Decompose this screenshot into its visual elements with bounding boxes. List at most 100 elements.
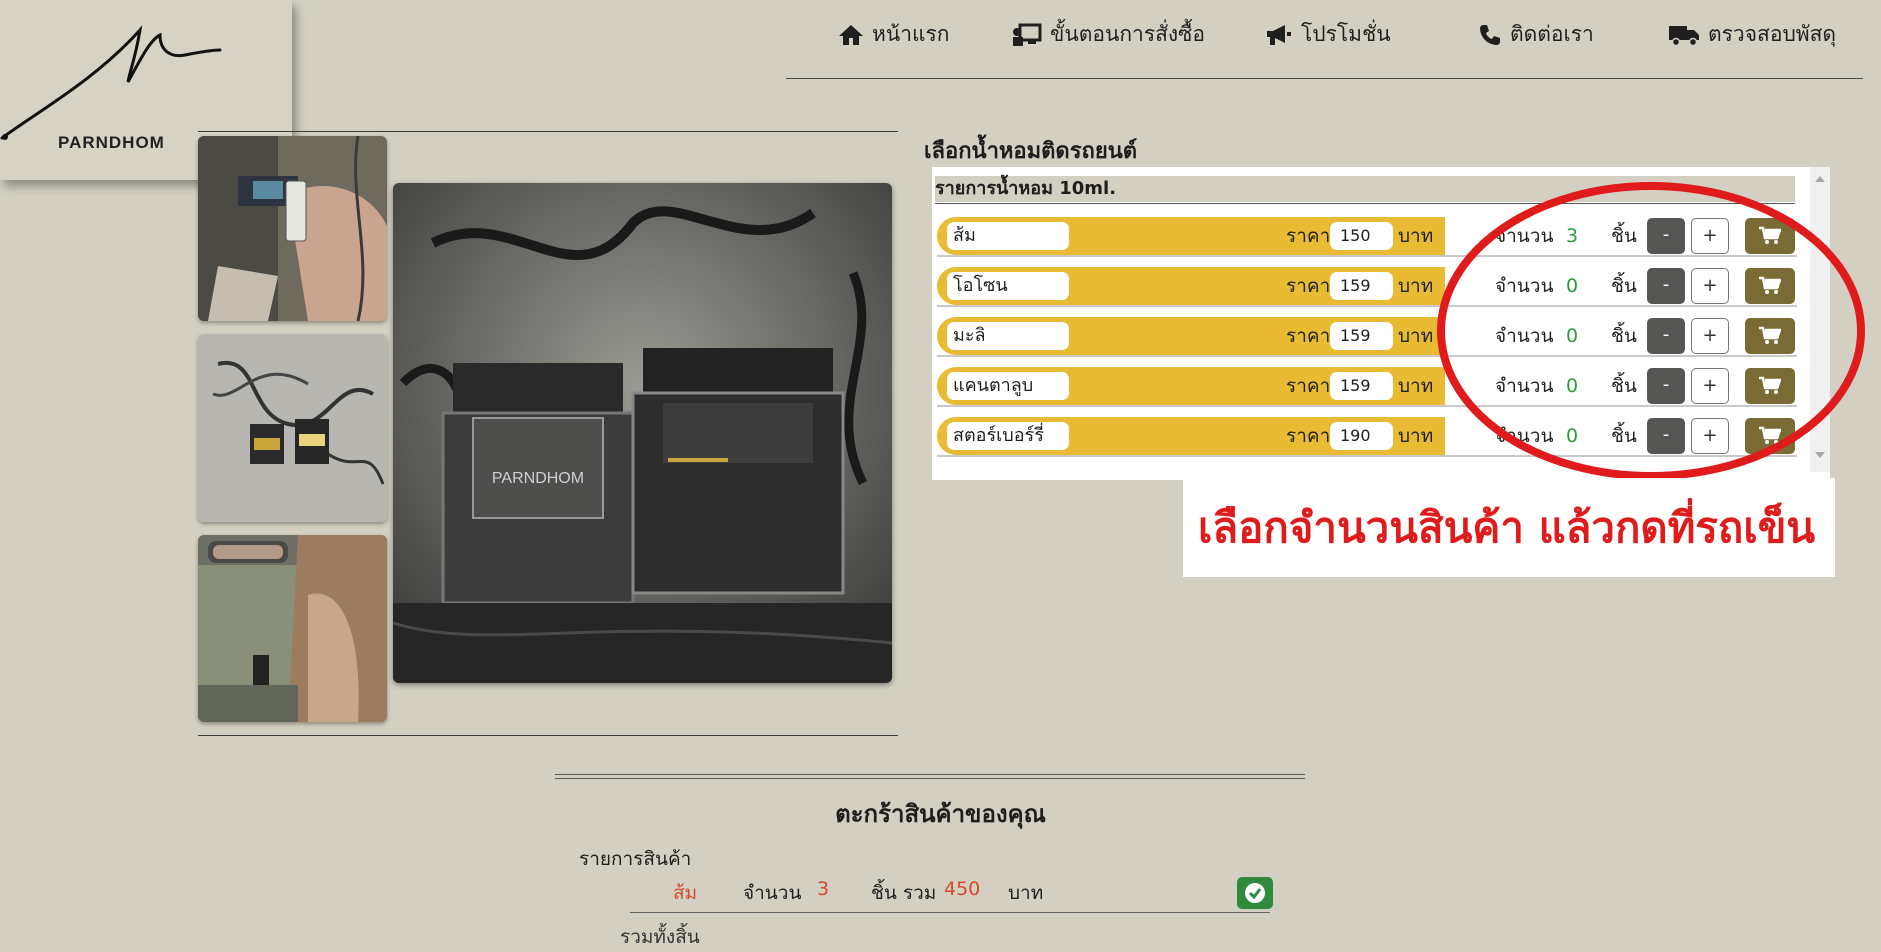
product-name: สตอร์เบอร์รี่ (947, 422, 1069, 450)
phone-icon (1480, 24, 1500, 45)
product-name: มะลิ (947, 322, 1069, 350)
qty-value: 0 (1566, 325, 1579, 347)
product-row: สตอร์เบอร์รี่ ราคา 190 บาท จำนวน 0 ชิ้น … (937, 417, 1797, 457)
add-to-cart-button[interactable] (1745, 218, 1795, 254)
qty-label: จำนวน (1495, 325, 1554, 347)
qty-label: จำนวน (1495, 375, 1554, 397)
add-to-cart-button[interactable] (1745, 268, 1795, 304)
price-value: 159 (1330, 272, 1393, 300)
nav-contact[interactable]: ติดต่อเรา (1478, 18, 1594, 51)
home-icon (839, 24, 863, 45)
currency-label: บาท (1398, 325, 1434, 347)
increase-qty-button[interactable]: + (1691, 268, 1729, 304)
price-label: ราคา (1286, 325, 1331, 347)
cart-currency-label: บาท (1008, 882, 1044, 904)
price-value: 159 (1330, 372, 1393, 400)
nav-order-steps[interactable]: ขั้นตอนการสั่งซื้อ (1012, 18, 1205, 51)
product-row: แคนตาลูบ ราคา 159 บาท จำนวน 0 ชิ้น - + (937, 367, 1797, 407)
add-to-cart-button[interactable] (1745, 418, 1795, 454)
nav-promotion[interactable]: โปรโมชั่น (1265, 18, 1391, 51)
svg-text:PARNDHOM: PARNDHOM (492, 470, 584, 487)
cart-row-divider (630, 912, 1270, 913)
price-value: 150 (1330, 222, 1393, 250)
decrease-qty-button[interactable]: - (1647, 418, 1685, 454)
nav-contact-label: ติดต่อเรา (1510, 22, 1594, 46)
list-header-divider (935, 203, 1795, 204)
unit-label: ชิ้น (1611, 325, 1637, 347)
scroll-up-arrow-icon[interactable] (1815, 176, 1825, 182)
product-section-title: เลือกน้ำหอมติดรถยนต์ (924, 139, 1138, 164)
price-value: 159 (1330, 322, 1393, 350)
increase-qty-button[interactable]: + (1691, 418, 1729, 454)
cart-icon (1759, 376, 1781, 394)
cart-title: ตะกร้าสินค้าของคุณ (835, 800, 1046, 828)
gallery-top-divider (198, 131, 898, 132)
thumbnail-hand-car[interactable] (198, 136, 387, 321)
cart-subtitle: รายการสินค้า (579, 848, 692, 870)
increase-qty-button[interactable]: + (1691, 368, 1729, 404)
decrease-qty-button[interactable]: - (1647, 268, 1685, 304)
presentation-icon (1013, 23, 1042, 46)
product-row: ส้ม ราคา 150 บาท จำนวน 3 ชิ้น - + (937, 217, 1797, 257)
increase-qty-button[interactable]: + (1691, 318, 1729, 354)
main-product-image: PARNDHOM (393, 183, 892, 683)
price-value: 190 (1330, 422, 1393, 450)
cart-qty-label: จำนวน (743, 882, 802, 904)
qty-label: จำนวน (1495, 425, 1554, 447)
logo-text: PARNDHOM (58, 133, 165, 152)
thumbnail-image (198, 535, 387, 722)
cart-total-value: 450 (944, 878, 981, 900)
row-divider (937, 255, 1797, 257)
price-label: ราคา (1286, 275, 1331, 297)
row-divider (937, 405, 1797, 407)
list-header-prefix: รายการน้ำหอม (935, 178, 1053, 199)
list-scrollbar[interactable] (1810, 167, 1830, 472)
confirm-item-button[interactable] (1237, 877, 1273, 909)
annotation-text: เลือกจำนวนสินค้า แล้วกดที่รถเข็น (1198, 503, 1816, 552)
thumbnail-bottles-floor[interactable] (198, 334, 387, 522)
cart-icon (1759, 226, 1781, 244)
cart-item-name: ส้ม (673, 882, 698, 904)
price-label: ราคา (1286, 425, 1331, 447)
unit-label: ชิ้น (1611, 425, 1637, 447)
qty-value: 0 (1566, 275, 1579, 297)
row-divider (937, 305, 1797, 307)
nav-track-parcel-label: ตรวจสอบพัสดุ (1708, 22, 1837, 46)
price-label: ราคา (1286, 225, 1331, 247)
product-name: แคนตาลูบ (947, 372, 1069, 400)
cart-icon (1759, 276, 1781, 294)
currency-label: บาท (1398, 225, 1434, 247)
product-row: โอโซน ราคา 159 บาท จำนวน 0 ชิ้น - + (937, 267, 1797, 307)
qty-label: จำนวน (1495, 275, 1554, 297)
unit-label: ชิ้น (1611, 275, 1637, 297)
nav-home[interactable]: หน้าแรก (838, 18, 950, 51)
increase-qty-button[interactable]: + (1691, 218, 1729, 254)
megaphone-icon (1267, 24, 1291, 45)
main-product-photo: PARNDHOM (393, 183, 892, 683)
qty-value: 3 (1566, 225, 1579, 247)
truck-icon (1669, 25, 1699, 46)
thumbnail-woman-car[interactable] (198, 535, 387, 722)
qty-label: จำนวน (1495, 225, 1554, 247)
qty-value: 0 (1566, 425, 1579, 447)
currency-label: บาท (1398, 425, 1434, 447)
row-divider (937, 455, 1797, 457)
product-name: ส้ม (947, 222, 1069, 250)
decrease-qty-button[interactable]: - (1647, 318, 1685, 354)
check-circle-icon (1245, 883, 1265, 903)
thumbnail-image (198, 136, 387, 321)
nav-promotion-label: โปรโมชั่น (1301, 22, 1391, 46)
gallery-bottom-divider (198, 735, 898, 736)
add-to-cart-button[interactable] (1745, 318, 1795, 354)
scroll-down-arrow-icon[interactable] (1815, 452, 1825, 458)
cart-icon (1759, 326, 1781, 344)
add-to-cart-button[interactable] (1745, 368, 1795, 404)
nav-track-parcel[interactable]: ตรวจสอบพัสดุ (1668, 18, 1836, 51)
decrease-qty-button[interactable]: - (1647, 368, 1685, 404)
logo-signature-icon (0, 25, 222, 140)
decrease-qty-button[interactable]: - (1647, 218, 1685, 254)
price-label: ราคา (1286, 375, 1331, 397)
product-name: โอโซน (947, 272, 1069, 300)
unit-label: ชิ้น (1611, 225, 1637, 247)
currency-label: บาท (1398, 375, 1434, 397)
